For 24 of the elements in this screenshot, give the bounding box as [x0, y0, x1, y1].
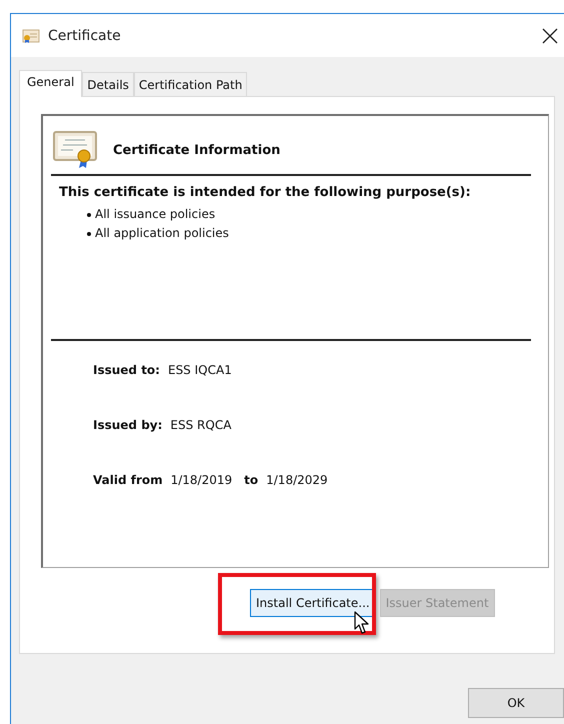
bullet-icon	[87, 232, 91, 236]
close-icon	[542, 28, 558, 44]
tab[interactable]: Details	[82, 72, 134, 96]
field-value: ESS RQCA	[170, 418, 232, 432]
certificate-icon	[22, 28, 40, 44]
section-title: Certificate Information	[113, 142, 280, 158]
tab[interactable]: Certification Path	[134, 72, 248, 96]
close-button[interactable]	[540, 26, 560, 46]
certificate-icon	[53, 131, 97, 169]
policy-item: All application policies	[95, 225, 229, 242]
field-label: Issued to:	[93, 363, 160, 377]
purpose-heading: This certificate is intended for the following purpose(s):	[59, 185, 472, 200]
field-label: Valid from	[93, 473, 163, 487]
field-value: 1/18/2019	[170, 473, 232, 487]
field-label: to	[244, 473, 258, 487]
policy-item: All issuance policies	[95, 206, 216, 223]
bullet-icon	[87, 212, 91, 216]
ok-button[interactable]: OK	[468, 688, 564, 718]
field-value: ESS IQCA1	[168, 363, 232, 377]
field-label: Issued by:	[93, 418, 162, 432]
window-title: Certificate	[48, 28, 122, 44]
field-value: 1/18/2029	[266, 473, 328, 487]
cursor-icon	[354, 611, 370, 635]
tab[interactable]: General	[19, 70, 82, 97]
